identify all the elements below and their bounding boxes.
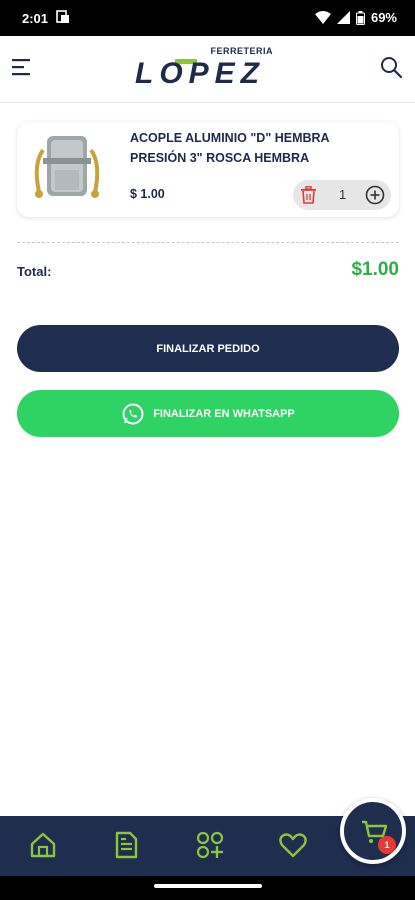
categories-icon[interactable] [195, 830, 225, 860]
home-gesture-bar[interactable] [154, 884, 262, 888]
notification-icon [56, 10, 70, 27]
signal-icon [336, 11, 350, 24]
plus-circle-icon[interactable] [365, 185, 385, 205]
product-price: $ 1.00 [130, 187, 165, 201]
finalize-whatsapp-label: FINALIZAR EN WHATSAPP [153, 407, 295, 420]
battery-icon [355, 10, 365, 25]
cart-count-badge: 1 [378, 836, 396, 854]
orders-document-icon[interactable] [111, 830, 141, 860]
app-header: FERRETERIA LOPEZ [0, 36, 415, 103]
product-image[interactable] [29, 130, 107, 210]
quantity-stepper: 1 [293, 180, 391, 210]
cart-fab-button[interactable]: 1 [340, 798, 406, 864]
divider [17, 242, 399, 243]
search-icon[interactable] [379, 55, 403, 79]
store-logo[interactable]: FERRETERIA LOPEZ [135, 46, 275, 92]
status-time: 2:01 [22, 11, 49, 26]
system-navigation-area [0, 876, 415, 900]
logo-subtitle: FERRETERIA [210, 46, 273, 56]
total-label: Total: [17, 264, 52, 279]
battery-percentage: 69% [370, 10, 397, 25]
cart-item-card: ACOPLE ALUMINIO "D" HEMBRA PRESIÓN 3" RO… [17, 122, 399, 217]
logo-title: LOPEZ [135, 57, 266, 90]
status-icons: 69% [314, 10, 397, 25]
trash-icon[interactable] [300, 186, 317, 204]
finalize-order-label: FINALIZAR PEDIDO [156, 342, 260, 355]
status-bar: 2:01 69% [0, 0, 415, 36]
whatsapp-icon [122, 403, 144, 424]
finalize-order-button[interactable]: FINALIZAR PEDIDO [17, 325, 399, 372]
total-value: $1.00 [351, 259, 399, 280]
home-icon[interactable] [28, 830, 58, 860]
quantity-value: 1 [339, 187, 347, 202]
wifi-icon [314, 10, 331, 24]
menu-icon[interactable] [12, 58, 34, 76]
heart-icon[interactable] [278, 830, 308, 860]
finalize-whatsapp-button[interactable]: FINALIZAR EN WHATSAPP [17, 390, 399, 437]
product-name[interactable]: ACOPLE ALUMINIO "D" HEMBRA PRESIÓN 3" RO… [130, 128, 380, 168]
